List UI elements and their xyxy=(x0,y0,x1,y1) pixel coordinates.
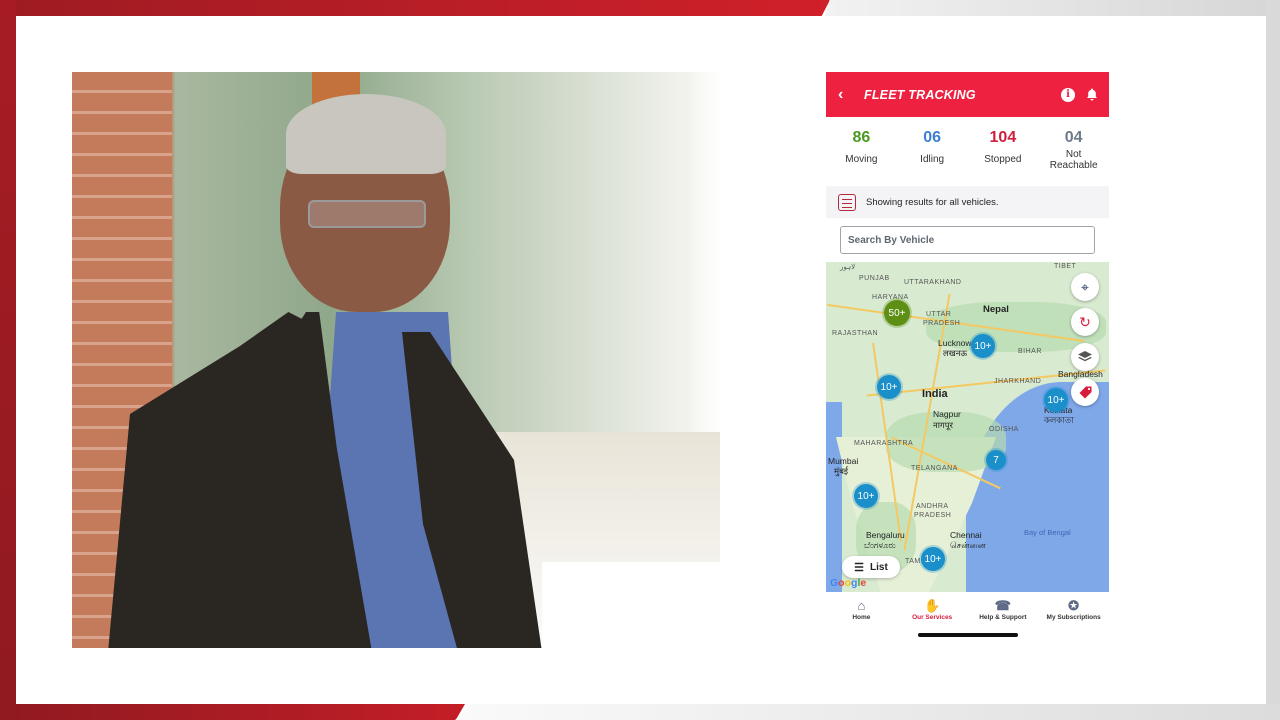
frame-bottom-grey-band xyxy=(455,704,1280,720)
tag-icon[interactable] xyxy=(1071,378,1099,406)
nav-label: Our Services xyxy=(912,614,953,621)
bell-icon[interactable] xyxy=(1085,88,1099,102)
map-label: नागपूर xyxy=(933,420,954,430)
nav-label: Help & Support xyxy=(979,614,1027,621)
vehicle-status-summary: 86 Moving 06 Idling 104 Stopped 04 Not R… xyxy=(826,117,1109,185)
map-label: Bay of Bengal xyxy=(1024,528,1071,537)
nav-our-services[interactable]: ✋ Our Services xyxy=(897,598,968,630)
stat-value: 06 xyxy=(923,129,942,146)
filter-status-text: Showing results for all vehicles. xyxy=(866,196,999,208)
info-icon[interactable]: i xyxy=(1061,87,1075,102)
vehicle-cluster-marker[interactable]: 50+ xyxy=(884,300,910,326)
map-label: PRADESH xyxy=(923,320,961,327)
frame-top-grey-band xyxy=(825,0,1280,16)
nav-label: Home xyxy=(852,614,871,621)
home-indicator xyxy=(917,633,1018,637)
map-label: PRADESH xyxy=(914,512,952,519)
stat-label: Not Reachable xyxy=(1049,149,1098,171)
map-label: ODISHA xyxy=(989,426,1019,433)
map-label: Lucknow xyxy=(938,338,972,348)
map-label: UTTAR xyxy=(926,311,952,318)
map-label: Bengaluru xyxy=(866,530,905,540)
stat-value: 86 xyxy=(852,129,871,146)
vehicle-cluster-marker[interactable]: 7 xyxy=(986,450,1006,470)
nav-my-subscriptions[interactable]: ✪ My Subscriptions xyxy=(1038,598,1109,630)
map-label: TIBET xyxy=(1054,263,1077,270)
map-label: Mumbai xyxy=(828,456,859,466)
vehicle-cluster-marker[interactable]: 10+ xyxy=(921,547,945,571)
search-vehicle-input[interactable]: Search By Vehicle xyxy=(840,226,1095,254)
subscriptions-icon: ✪ xyxy=(1068,598,1080,613)
map-label: MAHARASHTRA xyxy=(854,440,914,447)
stat-value: 104 xyxy=(989,129,1017,146)
map-label: ANDHRA xyxy=(916,503,949,510)
map-label: কলকাতা xyxy=(1044,415,1074,425)
map-label: لاہور xyxy=(840,264,856,271)
stat-value: 04 xyxy=(1064,129,1083,146)
bottom-navigation: ⌂ Home ✋ Our Services ☎ Help & Support ✪… xyxy=(826,592,1109,630)
list-icon: ☰ xyxy=(854,561,865,574)
frame-bottom-red-band xyxy=(0,704,465,720)
stat-label: Stopped xyxy=(984,154,1022,165)
vehicle-cluster-marker[interactable]: 10+ xyxy=(1044,388,1068,412)
nav-home[interactable]: ⌂ Home xyxy=(826,598,897,630)
locate-icon[interactable]: ⌖ xyxy=(1071,273,1099,301)
grey-hair xyxy=(286,94,446,174)
bay-of-bengal-water xyxy=(966,382,1109,592)
layers-icon[interactable] xyxy=(1071,343,1099,371)
map-label: BIHAR xyxy=(1018,348,1042,355)
refresh-icon[interactable]: ↻ xyxy=(1071,308,1099,336)
nav-label: My Subscriptions xyxy=(1046,614,1101,621)
stat-stopped[interactable]: 104 Stopped xyxy=(968,129,1039,185)
app-header: ‹ FLEET TRACKING i xyxy=(826,72,1109,117)
map-label: Nepal xyxy=(983,304,1009,315)
google-logo: Google xyxy=(830,577,867,589)
services-icon: ✋ xyxy=(924,598,941,613)
list-view-button[interactable]: ☰ List xyxy=(842,556,900,578)
map-label: मुंबई xyxy=(834,466,849,476)
stat-label: Idling xyxy=(920,154,945,165)
map-view[interactable]: لاہور TIBET PUNJAB UTTARAKHAND HARYANA R… xyxy=(826,262,1109,592)
stat-moving[interactable]: 86 Moving xyxy=(826,129,897,185)
map-label: TELANGANA xyxy=(911,465,958,472)
vehicle-cluster-marker[interactable]: 10+ xyxy=(971,334,995,358)
glasses xyxy=(308,200,426,228)
list-button-label: List xyxy=(870,561,888,573)
frame-left-band xyxy=(0,0,16,720)
stat-not-reachable[interactable]: 04 Not Reachable xyxy=(1038,129,1109,185)
map-label: சென்னை xyxy=(950,540,986,550)
home-icon: ⌂ xyxy=(857,598,866,613)
portrait-photo xyxy=(72,72,720,648)
fleet-tracking-app-screen: ‹ FLEET TRACKING i 86 Moving 06 Idling 1… xyxy=(826,72,1109,644)
map-label: India xyxy=(922,388,948,400)
map-label: Chennai xyxy=(950,530,982,540)
map-label: PUNJAB xyxy=(859,275,890,282)
map-label: ಬೆಂಗಳೂರು xyxy=(864,540,896,550)
search-placeholder: Search By Vehicle xyxy=(848,234,935,246)
arabian-sea-water xyxy=(826,402,842,592)
chevron-left-icon[interactable]: ‹ xyxy=(838,86,852,104)
vehicle-cluster-marker[interactable]: 10+ xyxy=(877,375,901,399)
filter-bar[interactable]: Showing results for all vehicles. xyxy=(826,186,1109,218)
map-label: UTTARAKHAND xyxy=(904,279,962,286)
map-label: JHARKHAND xyxy=(994,378,1042,385)
support-phone-icon: ☎ xyxy=(994,598,1011,613)
frame-right-band xyxy=(1266,0,1280,720)
stat-idling[interactable]: 06 Idling xyxy=(897,129,968,185)
photo-cutout xyxy=(542,562,720,648)
map-label: Nagpur xyxy=(933,409,961,419)
vehicle-cluster-marker[interactable]: 10+ xyxy=(854,484,878,508)
stat-label: Moving xyxy=(845,154,878,165)
page-title: FLEET TRACKING xyxy=(864,87,976,102)
map-label: HARYANA xyxy=(872,294,909,301)
map-label: लखनऊ xyxy=(943,348,968,358)
filter-sliders-icon[interactable] xyxy=(838,193,856,211)
map-label: RAJASTHAN xyxy=(832,330,879,337)
nav-help-support[interactable]: ☎ Help & Support xyxy=(968,598,1039,630)
frame-top-red-band xyxy=(0,0,830,16)
